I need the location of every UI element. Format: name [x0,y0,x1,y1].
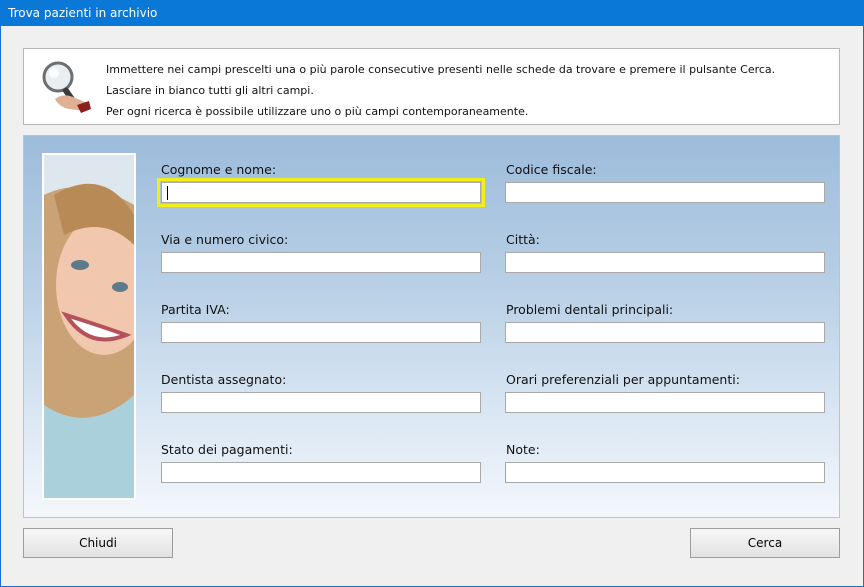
dentist-input[interactable] [161,392,481,413]
vat-input[interactable] [161,322,481,343]
dental-problems-input[interactable] [505,322,825,343]
notes-input[interactable] [505,462,825,483]
instruction-line-3: Per ogni ricerca è possibile utilizzare … [106,105,529,118]
notes-label: Note: [506,442,540,457]
patient-photo [42,153,136,500]
address-label: Via e numero civico: [161,232,289,247]
name-label: Cognome e nome: [161,162,277,177]
tax-code-label: Codice fiscale: [506,162,597,177]
city-label: Città: [506,232,540,247]
preferred-hours-label: Orari preferenziali per appuntamenti: [506,372,740,387]
payment-status-input[interactable] [161,462,481,483]
payment-status-label: Stato dei pagamenti: [161,442,293,457]
search-button[interactable]: Cerca [690,528,840,558]
instruction-line-1: Immettere nei campi prescelti una o più … [106,63,776,76]
city-input[interactable] [505,252,825,273]
instructions-panel: Immettere nei campi prescelti una o più … [23,48,840,125]
close-button[interactable]: Chiudi [23,528,173,558]
dialog-window: Trova pazienti in archivio Immettere nei… [0,0,864,587]
tax-code-input[interactable] [505,182,825,203]
dental-problems-label: Problemi dentali principali: [506,302,674,317]
dentist-label: Dentista assegnato: [161,372,287,387]
window-title: Trova pazienti in archivio [0,0,864,26]
preferred-hours-input[interactable] [505,392,825,413]
magnifier-icon [42,61,91,113]
dialog-body: Immettere nei campi prescelti una o più … [1,26,863,586]
name-input[interactable] [161,182,481,203]
address-input[interactable] [161,252,481,273]
text-caret [167,186,168,200]
vat-label: Partita IVA: [161,302,230,317]
instruction-line-2: Lasciare in bianco tutti gli altri campi… [106,84,314,97]
search-form-panel: Cognome e nome: Via e numero civico: Par… [23,135,840,518]
